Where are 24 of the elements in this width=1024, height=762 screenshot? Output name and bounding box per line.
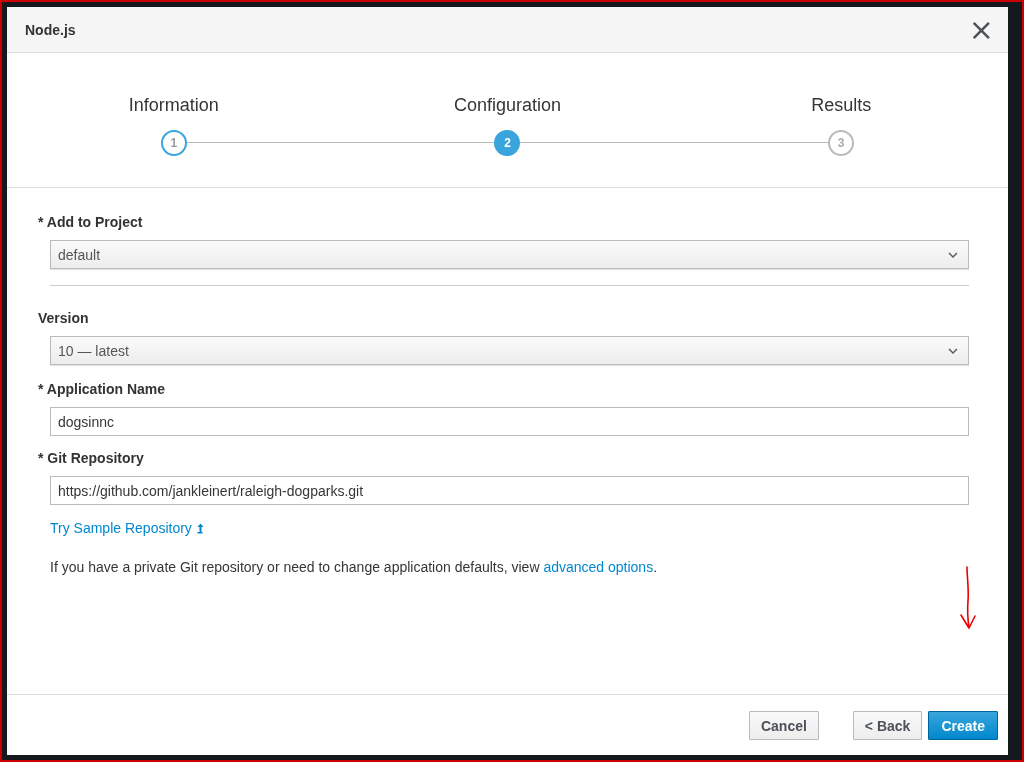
annotation-arrow	[958, 565, 978, 631]
step-label: Configuration	[453, 94, 562, 117]
field-label: Version	[38, 310, 90, 328]
input-field[interactable]: dogsinnc	[50, 407, 969, 436]
sample-repository-link[interactable]: Try Sample Repository	[50, 520, 204, 536]
close-button[interactable]: ×	[968, 16, 994, 43]
footer-button[interactable]: Cancel	[748, 711, 819, 740]
step-label: Results	[811, 94, 872, 117]
step-indicator: 1	[160, 130, 187, 156]
select-field[interactable]: 10 — latest	[50, 336, 969, 365]
field-label: * Application Name	[38, 381, 167, 399]
help-text: If you have a private Git repository or need to change application defaults, view advanced options.	[50, 559, 659, 575]
dialog-title: Node.js	[25, 21, 76, 38]
upload-arrow-icon	[196, 522, 204, 534]
field-label: * Git Repository	[38, 450, 145, 468]
step-label: Information	[128, 94, 219, 117]
field-label: * Add to Project	[38, 214, 144, 232]
input-field[interactable]: https://github.com/jankleinert/raleigh-dogparks.git	[50, 476, 969, 505]
step-indicator: 3	[828, 130, 855, 156]
step-indicator: 2	[494, 130, 521, 156]
select-field[interactable]: default	[50, 240, 969, 269]
chevron-down-icon	[948, 347, 958, 354]
footer-button[interactable]: < Back	[852, 711, 923, 740]
chevron-down-icon	[948, 251, 958, 258]
